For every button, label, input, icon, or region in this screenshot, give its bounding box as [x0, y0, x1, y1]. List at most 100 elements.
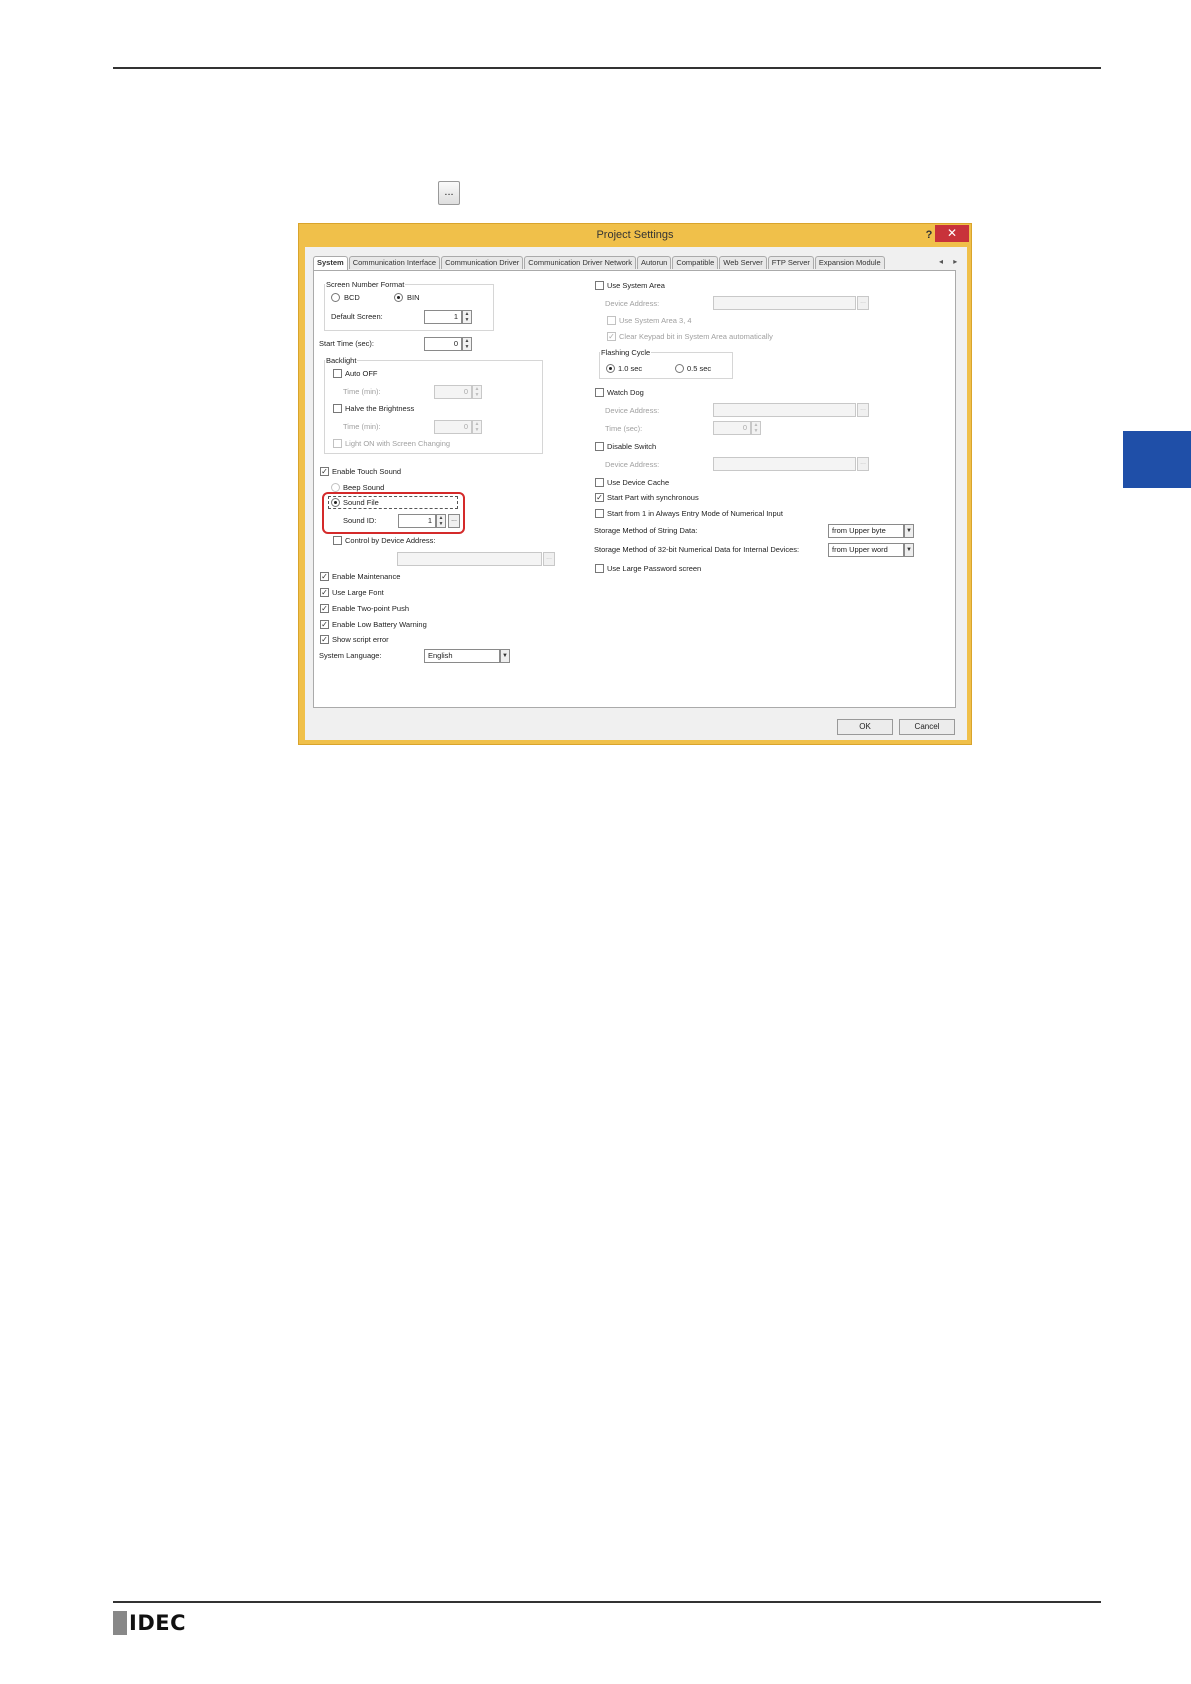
- logo-text: IDEC: [129, 1611, 187, 1635]
- browse-button-illustration: ...: [438, 181, 460, 205]
- start-time-spinner[interactable]: ▲ ▼: [462, 337, 472, 351]
- start-time-input[interactable]: 0: [424, 337, 462, 351]
- sound-file-label: Sound File: [343, 498, 379, 507]
- halve-brightness-checkbox[interactable]: [333, 404, 342, 413]
- default-screen-spinner[interactable]: ▲ ▼: [462, 310, 472, 324]
- use-large-password-checkbox[interactable]: [595, 564, 604, 573]
- tab-expansion-module[interactable]: Expansion Module: [814, 256, 885, 269]
- tab-compatible[interactable]: Compatible: [672, 256, 719, 269]
- sound-file-radio[interactable]: [331, 498, 340, 507]
- bcd-radio[interactable]: [331, 293, 340, 302]
- storage-string-dropdown-icon[interactable]: ▼: [904, 524, 914, 538]
- footer-rule: [113, 1601, 1101, 1603]
- tab-ftp-server[interactable]: FTP Server: [767, 256, 814, 269]
- start-part-sync-label: Start Part with synchronous: [607, 493, 699, 502]
- close-icon[interactable]: ✕: [935, 225, 969, 242]
- time-min-1-input[interactable]: 0: [434, 385, 472, 399]
- system-language-label: System Language:: [319, 651, 382, 660]
- bin-radio[interactable]: [394, 293, 403, 302]
- system-language-dropdown-icon[interactable]: ▼: [500, 649, 510, 663]
- enable-two-point-checkbox[interactable]: ✓: [320, 604, 329, 613]
- enable-maintenance-checkbox[interactable]: ✓: [320, 572, 329, 581]
- watch-dog-device-address-input[interactable]: [713, 403, 856, 417]
- sound-id-spinner[interactable]: ▲ ▼: [436, 514, 446, 528]
- bcd-label: BCD: [344, 293, 360, 302]
- tab-web-server[interactable]: Web Server: [719, 256, 767, 269]
- time-min-1-spinner[interactable]: ▲ ▼: [472, 385, 482, 399]
- control-device-address-input[interactable]: [397, 552, 542, 566]
- bin-label: BIN: [407, 293, 420, 302]
- flashing-0-5-radio[interactable]: [675, 364, 684, 373]
- show-script-error-checkbox[interactable]: ✓: [320, 635, 329, 644]
- device-address-1-label: Device Address:: [605, 299, 660, 308]
- time-min-2-spinner[interactable]: ▲ ▼: [472, 420, 482, 434]
- default-screen-label: Default Screen:: [331, 312, 383, 321]
- storage-32bit-select[interactable]: from Upper word: [828, 543, 904, 557]
- use-system-area-34-label: Use System Area 3, 4: [619, 316, 692, 325]
- tab-autorun[interactable]: Autorun: [637, 256, 672, 269]
- watch-dog-device-address-browse-button[interactable]: ...: [857, 403, 869, 417]
- disable-switch-checkbox[interactable]: [595, 442, 604, 451]
- time-sec-spinner[interactable]: ▲ ▼: [751, 421, 761, 435]
- watch-dog-checkbox[interactable]: [595, 388, 604, 397]
- enable-touch-sound-checkbox[interactable]: ✓: [320, 467, 329, 476]
- screen-number-format-label: Screen Number Format: [325, 280, 406, 290]
- use-large-font-label: Use Large Font: [332, 588, 384, 597]
- enable-low-battery-checkbox[interactable]: ✓: [320, 620, 329, 629]
- system-area-device-address-browse-button[interactable]: ...: [857, 296, 869, 310]
- start-part-sync-checkbox[interactable]: ✓: [595, 493, 604, 502]
- tab-communication-driver-network[interactable]: Communication Driver Network: [524, 256, 637, 269]
- light-on-label: Light ON with Screen Changing: [345, 439, 451, 448]
- watch-dog-label: Watch Dog: [607, 388, 644, 397]
- tab-communication-driver[interactable]: Communication Driver: [441, 256, 524, 269]
- device-address-2-label: Device Address:: [605, 406, 660, 415]
- light-on-checkbox[interactable]: [333, 439, 342, 448]
- use-device-cache-label: Use Device Cache: [607, 478, 670, 487]
- storage-32bit-dropdown-icon[interactable]: ▼: [904, 543, 914, 557]
- logo-mark-icon: [113, 1611, 127, 1635]
- use-system-area-34-checkbox[interactable]: [607, 316, 616, 325]
- auto-off-checkbox[interactable]: [333, 369, 342, 378]
- storage-string-label: Storage Method of String Data:: [594, 526, 698, 535]
- start-from-1-checkbox[interactable]: [595, 509, 604, 518]
- tab-bar: System Communication Interface Communica…: [313, 256, 886, 270]
- sound-id-browse-button[interactable]: ...: [448, 514, 460, 528]
- default-screen-input[interactable]: 1: [424, 310, 462, 324]
- use-system-area-checkbox[interactable]: [595, 281, 604, 290]
- flashing-1-0-radio[interactable]: [606, 364, 615, 373]
- enable-two-point-label: Enable Two-point Push: [332, 604, 409, 613]
- sound-id-input[interactable]: 1: [398, 514, 436, 528]
- idec-logo: IDEC: [113, 1611, 186, 1635]
- dialog-title: Project Settings: [596, 229, 674, 241]
- clear-keypad-checkbox[interactable]: ✓: [607, 332, 616, 341]
- control-by-device-checkbox[interactable]: [333, 536, 342, 545]
- enable-touch-sound-label: Enable Touch Sound: [332, 467, 402, 476]
- system-tab-panel: Screen Number Format BCD BIN Default Scr…: [313, 270, 956, 708]
- time-sec-input[interactable]: 0: [713, 421, 751, 435]
- help-icon[interactable]: ?: [922, 226, 936, 244]
- enable-maintenance-label: Enable Maintenance: [332, 572, 401, 581]
- beep-sound-radio[interactable]: [331, 483, 340, 492]
- ok-button[interactable]: OK: [837, 719, 893, 735]
- tab-system[interactable]: System: [313, 256, 348, 270]
- start-time-label: Start Time (sec):: [319, 339, 375, 348]
- time-min-2-label: Time (min):: [343, 422, 381, 431]
- system-language-select[interactable]: English: [424, 649, 500, 663]
- tab-communication-interface[interactable]: Communication Interface: [348, 256, 441, 269]
- time-sec-label: Time (sec):: [605, 424, 643, 433]
- disable-switch-label: Disable Switch: [607, 442, 657, 451]
- system-area-device-address-input[interactable]: [713, 296, 856, 310]
- show-script-error-label: Show script error: [332, 635, 389, 644]
- time-min-2-input[interactable]: 0: [434, 420, 472, 434]
- use-device-cache-checkbox[interactable]: [595, 478, 604, 487]
- control-device-address-browse-button[interactable]: ...: [543, 552, 555, 566]
- auto-off-label: Auto OFF: [345, 369, 378, 378]
- flashing-0-5-label: 0.5 sec: [687, 364, 712, 373]
- disable-switch-device-address-browse-button[interactable]: ...: [857, 457, 869, 471]
- use-large-font-checkbox[interactable]: ✓: [320, 588, 329, 597]
- storage-string-select[interactable]: from Upper byte: [828, 524, 904, 538]
- clear-keypad-label: Clear Keypad bit in System Area automati…: [619, 332, 773, 341]
- cancel-button[interactable]: Cancel: [899, 719, 955, 735]
- tab-scroll-arrows-icon[interactable]: ◂ ▸: [939, 257, 961, 266]
- disable-switch-device-address-input[interactable]: [713, 457, 856, 471]
